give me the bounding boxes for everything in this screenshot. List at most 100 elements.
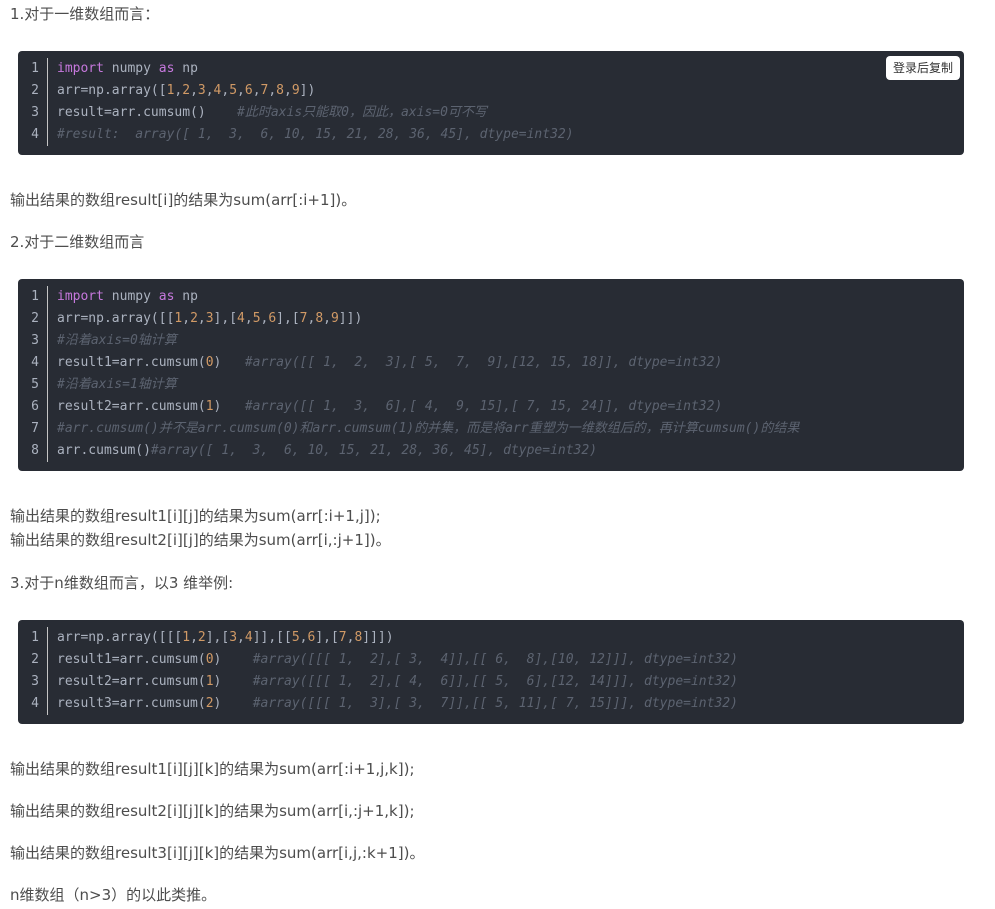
line-number: 5 (18, 374, 48, 396)
line-number: 3 (18, 102, 48, 124)
code-line: 8 arr.cumsum()#array([ 1, 3, 6, 10, 15, 2… (18, 440, 964, 462)
line-number: 4 (18, 124, 48, 146)
code-number: 7 (338, 630, 347, 645)
code-number: 1 (182, 630, 191, 645)
code-token: ) (213, 652, 253, 667)
code-text: arr=np.array([[[1,2],[3,4]],[[5,6],[7,8]… (48, 627, 394, 649)
section2-result-text: 输出结果的数组result1[i][j]的结果为sum(arr[:i+1,j])… (10, 504, 391, 552)
code-comment: #array([ 1, 3, 6, 10, 15, 21, 28, 36, 45… (150, 443, 598, 458)
line-number: 6 (18, 396, 48, 418)
code-comment: #array([[[ 1, 3],[ 3, 7]],[[ 5, 11],[ 7,… (252, 696, 738, 711)
code-keyword: as (158, 61, 175, 76)
code-number: 4 (244, 630, 253, 645)
code-text: #result: array([ 1, 3, 6, 10, 15, 21, 28… (48, 124, 574, 146)
code-token: , (190, 83, 198, 98)
code-number: 6 (268, 311, 277, 326)
code-comment: #arr.cumsum()并不是arr.cumsum(0)和arr.cumsum… (57, 421, 800, 436)
code-number: 9 (330, 311, 339, 326)
result1-line: 输出结果的数组result1[i][j]的结果为sum(arr[:i+1,j])… (10, 507, 381, 525)
code-text: arr=np.array([1,2,3,4,5,6,7,8,9]) (48, 80, 315, 102)
code-token: ) (213, 696, 253, 711)
code-token: arr=np.array([[[ (57, 630, 183, 645)
code-token: , (182, 311, 191, 326)
code-comment: #result: array([ 1, 3, 6, 10, 15, 21, 28… (57, 127, 574, 142)
code-text: #沿着axis=1轴计算 (48, 374, 177, 396)
line-number: 3 (18, 671, 48, 693)
code-text: import numpy as np (48, 286, 198, 308)
code-comment: #array([[[ 1, 2],[ 3, 4]],[[ 6, 8],[10, … (252, 652, 738, 667)
line-number: 2 (18, 649, 48, 671)
code-number: 3 (229, 630, 238, 645)
code-token: result1=arr.cumsum( (57, 355, 206, 370)
code-comment: #沿着axis=1轴计算 (57, 377, 177, 392)
code-token: result3=arr.cumsum( (57, 696, 206, 711)
code-line: 1 import numpy as np (18, 58, 964, 80)
code-number: 5 (291, 630, 300, 645)
section3-heading: 3.对于n维数组而言，以3 维举例: (10, 574, 234, 592)
code-block-1d: 1 import numpy as np 2 arr=np.array([1,2,3,… (18, 51, 964, 155)
code-line: 2 result1=arr.cumsum(0) #array([[[ 1, 2],… (18, 649, 964, 671)
code-token: result2=arr.cumsum( (57, 399, 206, 414)
code-line: 6 result2=arr.cumsum(1) #array([[ 1, 3, 6… (18, 396, 964, 418)
code-number: 9 (291, 83, 300, 98)
code-number: 2 (182, 83, 191, 98)
code-token: arr=np.array([[ (57, 311, 175, 326)
section3-result3-text: 输出结果的数组result3[i][j][k]的结果为sum(arr[i,j,:… (10, 844, 425, 862)
code-token: ) (213, 674, 253, 689)
code-token: ) (213, 399, 245, 414)
code-token: numpy (103, 289, 159, 304)
code-lines: 1 import numpy as np 2 arr=np.array([1,2,3,… (18, 58, 964, 146)
code-text: import numpy as np (48, 58, 198, 80)
code-number: 8 (276, 83, 284, 98)
line-number: 1 (18, 627, 48, 649)
code-token: ) (213, 355, 245, 370)
code-token: , (252, 83, 261, 98)
code-keyword: import (57, 289, 104, 304)
code-token: ],[ (315, 630, 339, 645)
line-number: 4 (18, 352, 48, 374)
line-number: 4 (18, 693, 48, 715)
code-number: 2 (205, 696, 214, 711)
code-token: , (323, 311, 331, 326)
code-number: 2 (197, 630, 206, 645)
code-text: #沿着axis=0轴计算 (48, 330, 177, 352)
code-number: 2 (190, 311, 198, 326)
code-line: 2 arr=np.array([[1,2,3],[4,5,6],[7,8,9]]) (18, 308, 964, 330)
code-number: 1 (205, 399, 214, 414)
conclusion-text: n维数组（n>3）的以此类推。 (10, 886, 217, 904)
code-token: , (205, 83, 214, 98)
code-token: np (174, 289, 198, 304)
section2-heading: 2.对于二维数组而言 (10, 233, 145, 251)
code-token: arr.cumsum() (57, 443, 151, 458)
code-number: 3 (205, 311, 214, 326)
code-block-2d: 1 import numpy as np 2 arr=np.array([[1,2,3… (18, 279, 964, 471)
code-text: #arr.cumsum()并不是arr.cumsum(0)和arr.cumsum… (48, 418, 799, 440)
code-token: numpy (103, 61, 159, 76)
line-number: 2 (18, 308, 48, 330)
code-token: , (197, 311, 206, 326)
code-text: result2=arr.cumsum(1) #array([[ 1, 3, 6]… (48, 396, 722, 418)
code-line: 4 result1=arr.cumsum(0) #array([[ 1, 2, 3… (18, 352, 964, 374)
code-token: result2=arr.cumsum( (57, 674, 206, 689)
line-number: 7 (18, 418, 48, 440)
code-token: , (190, 630, 198, 645)
code-line: 7 #arr.cumsum()并不是arr.cumsum(0)和arr.cumsu… (18, 418, 964, 440)
code-text: result=arr.cumsum() #此时axis只能取0，因此，axis=… (48, 102, 487, 124)
code-line: 4 result3=arr.cumsum(2) #array([[[ 1, 3],… (18, 693, 964, 715)
code-token: ],[ (276, 311, 300, 326)
code-keyword: as (158, 289, 175, 304)
code-number: 0 (205, 355, 214, 370)
code-text: result1=arr.cumsum(0) #array([[ 1, 2, 3]… (48, 352, 722, 374)
code-comment: #array([[ 1, 3, 6],[ 4, 9, 15],[ 7, 15, … (244, 399, 723, 414)
code-number: 4 (237, 311, 245, 326)
code-comment: #沿着axis=0轴计算 (57, 333, 177, 348)
code-comment: #array([[ 1, 2, 3],[ 5, 7, 9],[12, 15, 1… (244, 355, 723, 370)
code-token: , (237, 83, 245, 98)
copy-button[interactable]: 登录后复制 (885, 56, 960, 80)
code-line: 5 #沿着axis=1轴计算 (18, 374, 964, 396)
code-token: , (244, 311, 253, 326)
code-token: , (268, 83, 277, 98)
code-token: ]]) (338, 311, 363, 326)
code-line: 2 arr=np.array([1,2,3,4,5,6,7,8,9]) (18, 80, 964, 102)
code-line: 1 arr=np.array([[[1,2],[3,4]],[[5,6],[7,8… (18, 627, 964, 649)
